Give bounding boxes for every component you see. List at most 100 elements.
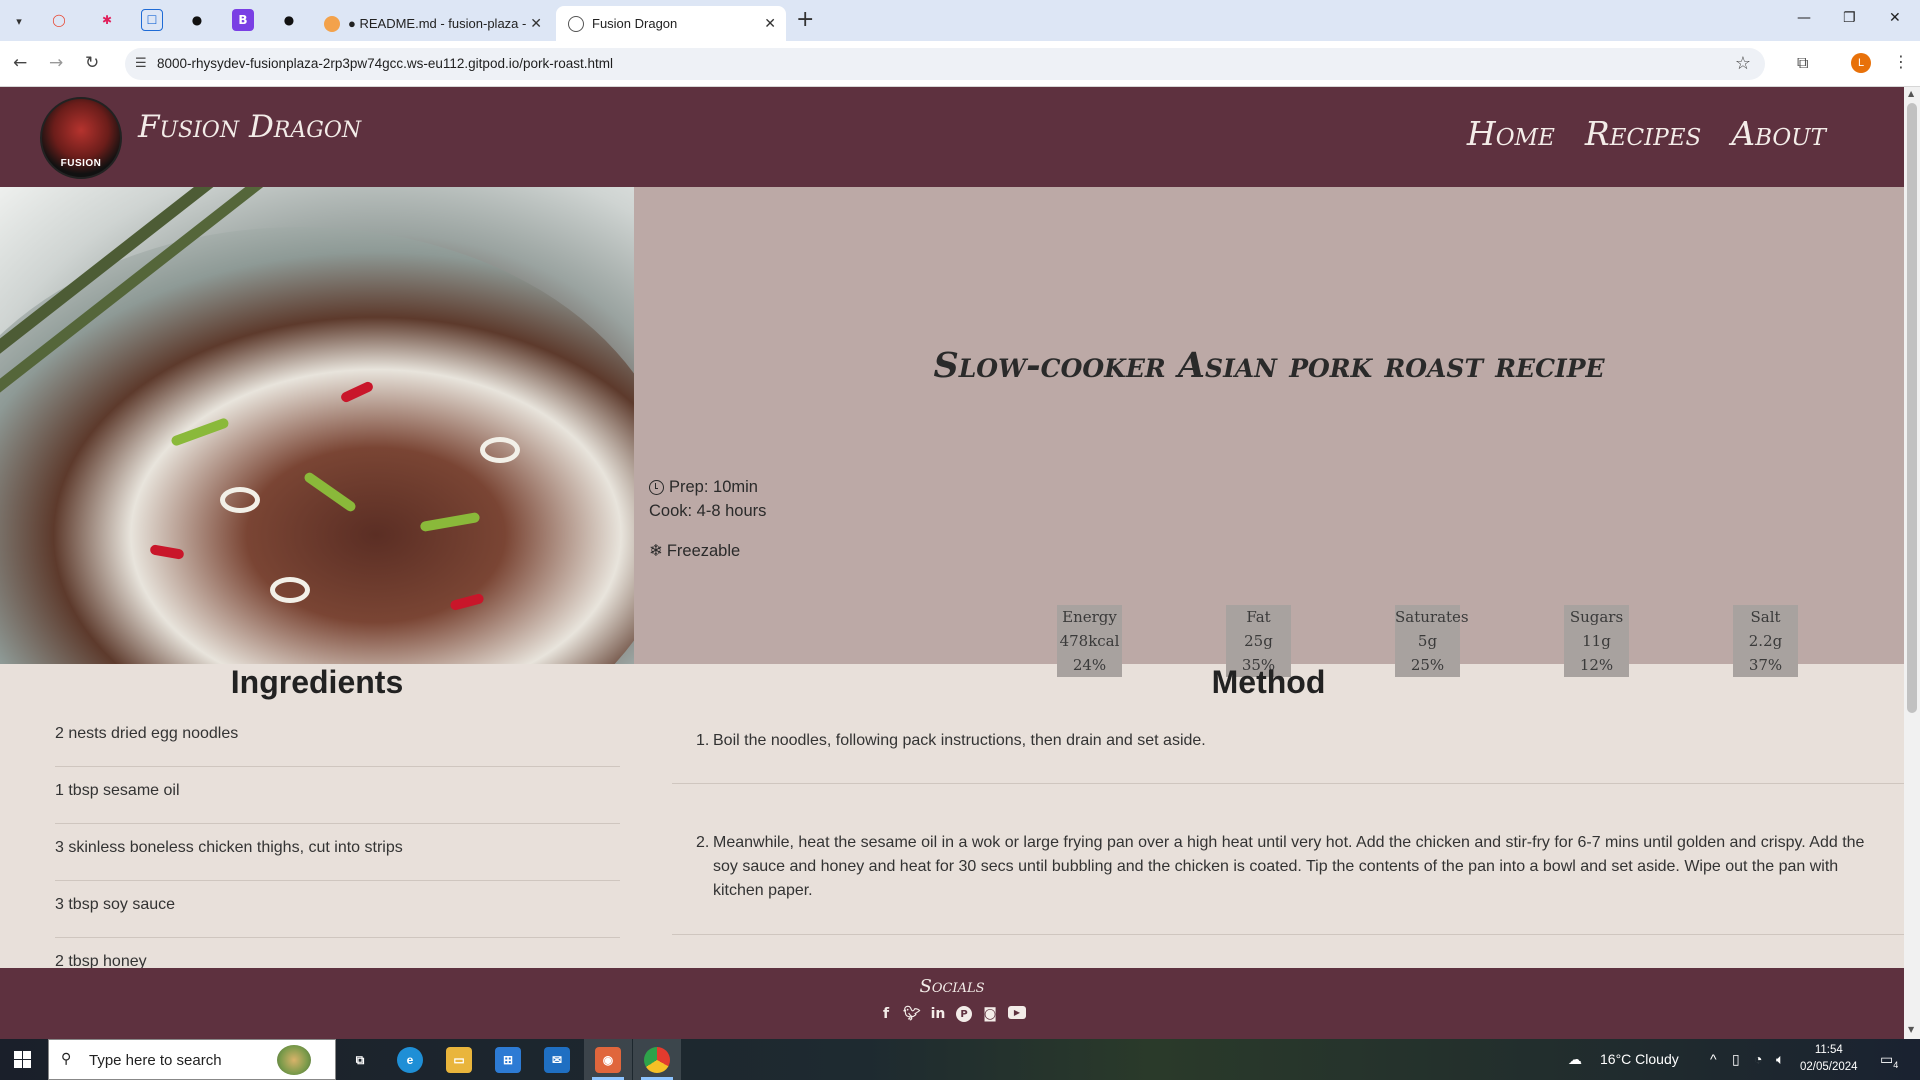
method-step: 1. Boil the noodles, following pack inst…	[672, 729, 1904, 784]
ingredients-heading: Ingredients	[230, 664, 404, 700]
brand-name[interactable]: Fusion Dragon	[138, 109, 361, 145]
recipe-photo	[0, 187, 634, 664]
pinned-tab-calendar-icon[interactable]: ☐	[141, 9, 163, 31]
pinned-tab-slack-icon[interactable]: ✱	[96, 9, 118, 31]
pinterest-icon[interactable]: P	[956, 1006, 972, 1022]
clock-icon	[649, 479, 664, 495]
linkedin-icon[interactable]: in	[930, 1006, 946, 1022]
window-close-icon[interactable]: ✕	[1889, 10, 1901, 26]
url-text: 8000-rhysydev-fusionplaza-2rp3pw74gcc.ws…	[157, 56, 613, 71]
ingredient-item: 2 nests dried egg noodles	[55, 710, 620, 767]
method-section: Method 1. Boil the noodles, following pa…	[672, 664, 1904, 964]
windows-start-icon[interactable]	[14, 1051, 31, 1068]
nutrition-name: Energy	[1062, 608, 1117, 626]
tab-search-chevron-icon[interactable]: ▾	[6, 8, 32, 34]
pinned-tab-github-icon-2[interactable]: ●	[278, 9, 300, 31]
browser-tab-bar: ▾ ◯ ✱ ☐ ● B ● ● README.md - fusion-plaza…	[0, 0, 1920, 41]
fusion-dragon-logo[interactable]: FUSION	[40, 97, 122, 179]
step-number: 2.	[696, 834, 710, 851]
twitter-icon[interactable]: 🐦︎	[903, 1006, 921, 1022]
extensions-puzzle-icon[interactable]: ⧉	[1797, 53, 1808, 73]
new-tab-plus-icon[interactable]: +	[796, 8, 814, 32]
taskbar-search-placeholder: Type here to search	[89, 1052, 222, 1069]
reload-icon[interactable]: ↻	[85, 53, 99, 73]
prep-time: Prep: 10min	[669, 478, 758, 496]
tab-fusion-dragon-title: Fusion Dragon	[592, 16, 678, 31]
close-tab-icon[interactable]: ✕	[530, 15, 542, 32]
file-explorer-icon[interactable]: ▭	[446, 1047, 472, 1073]
nav-home[interactable]: Home	[1467, 114, 1555, 153]
ingredient-item: 3 tbsp soy sauce	[55, 881, 620, 938]
taskbar-clock[interactable]: 11:54 02/05/2024	[1800, 1042, 1858, 1076]
recipe-times: Prep: 10min Cook: 4-8 hours ❄ Freezable	[649, 475, 766, 563]
freezable-label: Freezable	[666, 542, 741, 560]
cook-time: Cook: 4-8 hours	[649, 502, 767, 520]
nutrition-amount: 11g	[1582, 632, 1611, 650]
discord-icon[interactable]: ◉	[595, 1047, 621, 1073]
tray-device-icon[interactable]: ▯	[1732, 1051, 1740, 1068]
restore-icon[interactable]: ❐	[1843, 10, 1856, 26]
step-text: Boil the noodles, following pack instruc…	[713, 732, 1206, 749]
nutrition-name: Sugars	[1569, 608, 1624, 626]
web-page: FUSION Fusion Dragon Home Recipes About …	[0, 87, 1904, 1039]
nutrition-name: Salt	[1750, 608, 1781, 626]
windows-taskbar: ⚲ Type here to search ⧉ e ▭ ⊞ ✉ ◉ ☁ 16°C…	[0, 1039, 1920, 1080]
weather-text[interactable]: 16°C Cloudy	[1600, 1051, 1679, 1067]
nutrition-amount: 2.2g	[1748, 632, 1783, 650]
clock-date: 02/05/2024	[1800, 1061, 1858, 1073]
ingredients-section: Ingredients 2 nests dried egg noodles 1 …	[0, 664, 634, 995]
microsoft-store-icon[interactable]: ⊞	[495, 1047, 521, 1073]
tab-readme[interactable]: ● README.md - fusion-plaza - ✕	[312, 6, 552, 41]
minimize-icon[interactable]: —	[1797, 10, 1811, 26]
search-icon: ⚲	[61, 1051, 72, 1067]
browser-menu-icon[interactable]: ⋮	[1893, 52, 1909, 71]
pinned-tab-bootstrap-icon[interactable]: B	[232, 9, 254, 31]
nutrition-amount: 478kcal	[1059, 632, 1120, 650]
weather-cloud-icon[interactable]: ☁	[1568, 1051, 1582, 1068]
back-arrow-icon[interactable]: ←	[13, 53, 27, 73]
nav-about[interactable]: About	[1731, 114, 1826, 153]
task-view-icon[interactable]: ⧉	[347, 1047, 373, 1073]
mail-icon[interactable]: ✉	[544, 1047, 570, 1073]
youtube-icon[interactable]: ▶	[1008, 1006, 1026, 1019]
wifi-icon[interactable]: ◔	[1754, 1051, 1762, 1067]
forward-arrow-icon[interactable]: →	[49, 53, 63, 73]
globe-icon	[568, 15, 584, 32]
chrome-icon[interactable]	[644, 1047, 670, 1073]
edge-icon[interactable]: e	[397, 1047, 423, 1073]
site-header: FUSION Fusion Dragon Home Recipes About	[0, 87, 1904, 187]
tray-chevron-icon[interactable]: ^	[1710, 1051, 1717, 1067]
method-heading: Method	[1211, 664, 1326, 700]
notification-count: 4	[1893, 1059, 1899, 1070]
tab-fusion-dragon[interactable]: Fusion Dragon ✕	[556, 6, 786, 41]
nutrition-name: Fat	[1246, 608, 1271, 626]
pinned-tab-opera-icon[interactable]: ◯	[48, 9, 70, 31]
ingredients-list: 2 nests dried egg noodles 1 tbsp sesame …	[55, 710, 620, 995]
profile-avatar[interactable]: L	[1851, 53, 1871, 73]
taskbar-search[interactable]: ⚲ Type here to search	[48, 1039, 336, 1080]
nutrition-amount: 25g	[1244, 632, 1273, 650]
social-links: f 🐦︎ in P ◙ ▶	[0, 1006, 1904, 1022]
socials-heading: Socials	[919, 976, 985, 997]
volume-icon[interactable]: 🔈︎	[1776, 1051, 1784, 1068]
bookmark-star-icon[interactable]: ☆	[1735, 53, 1751, 74]
scroll-down-icon[interactable]: ▼	[1908, 1025, 1914, 1034]
nav-recipes[interactable]: Recipes	[1585, 114, 1701, 153]
scroll-up-icon[interactable]: ▲	[1908, 89, 1914, 98]
step-text: Meanwhile, heat the sesame oil in a wok …	[713, 834, 1865, 899]
notifications-icon[interactable]: ▭4	[1880, 1051, 1898, 1070]
facebook-icon[interactable]: f	[878, 1006, 894, 1022]
site-info-icon[interactable]: ☰	[135, 56, 147, 71]
method-step: 2. Meanwhile, heat the sesame oil in a w…	[672, 831, 1904, 935]
ingredient-item: 1 tbsp sesame oil	[55, 767, 620, 824]
instagram-icon[interactable]: ◙	[982, 1006, 998, 1022]
scrollbar-thumb[interactable]	[1907, 103, 1917, 713]
page-scrollbar[interactable]: ▲ ▼	[1904, 87, 1920, 1039]
ingredient-item: 3 skinless boneless chicken thighs, cut …	[55, 824, 620, 881]
clock-time: 11:54	[1814, 1044, 1843, 1056]
search-highlight-image	[277, 1045, 311, 1075]
pinned-tab-github-icon[interactable]: ●	[186, 9, 208, 31]
recipe-title: Slow-cooker Asian pork roast recipe	[933, 345, 1605, 386]
close-tab-icon[interactable]: ✕	[764, 15, 776, 32]
address-bar[interactable]: ☰ 8000-rhysydev-fusionplaza-2rp3pw74gcc.…	[125, 48, 1765, 80]
